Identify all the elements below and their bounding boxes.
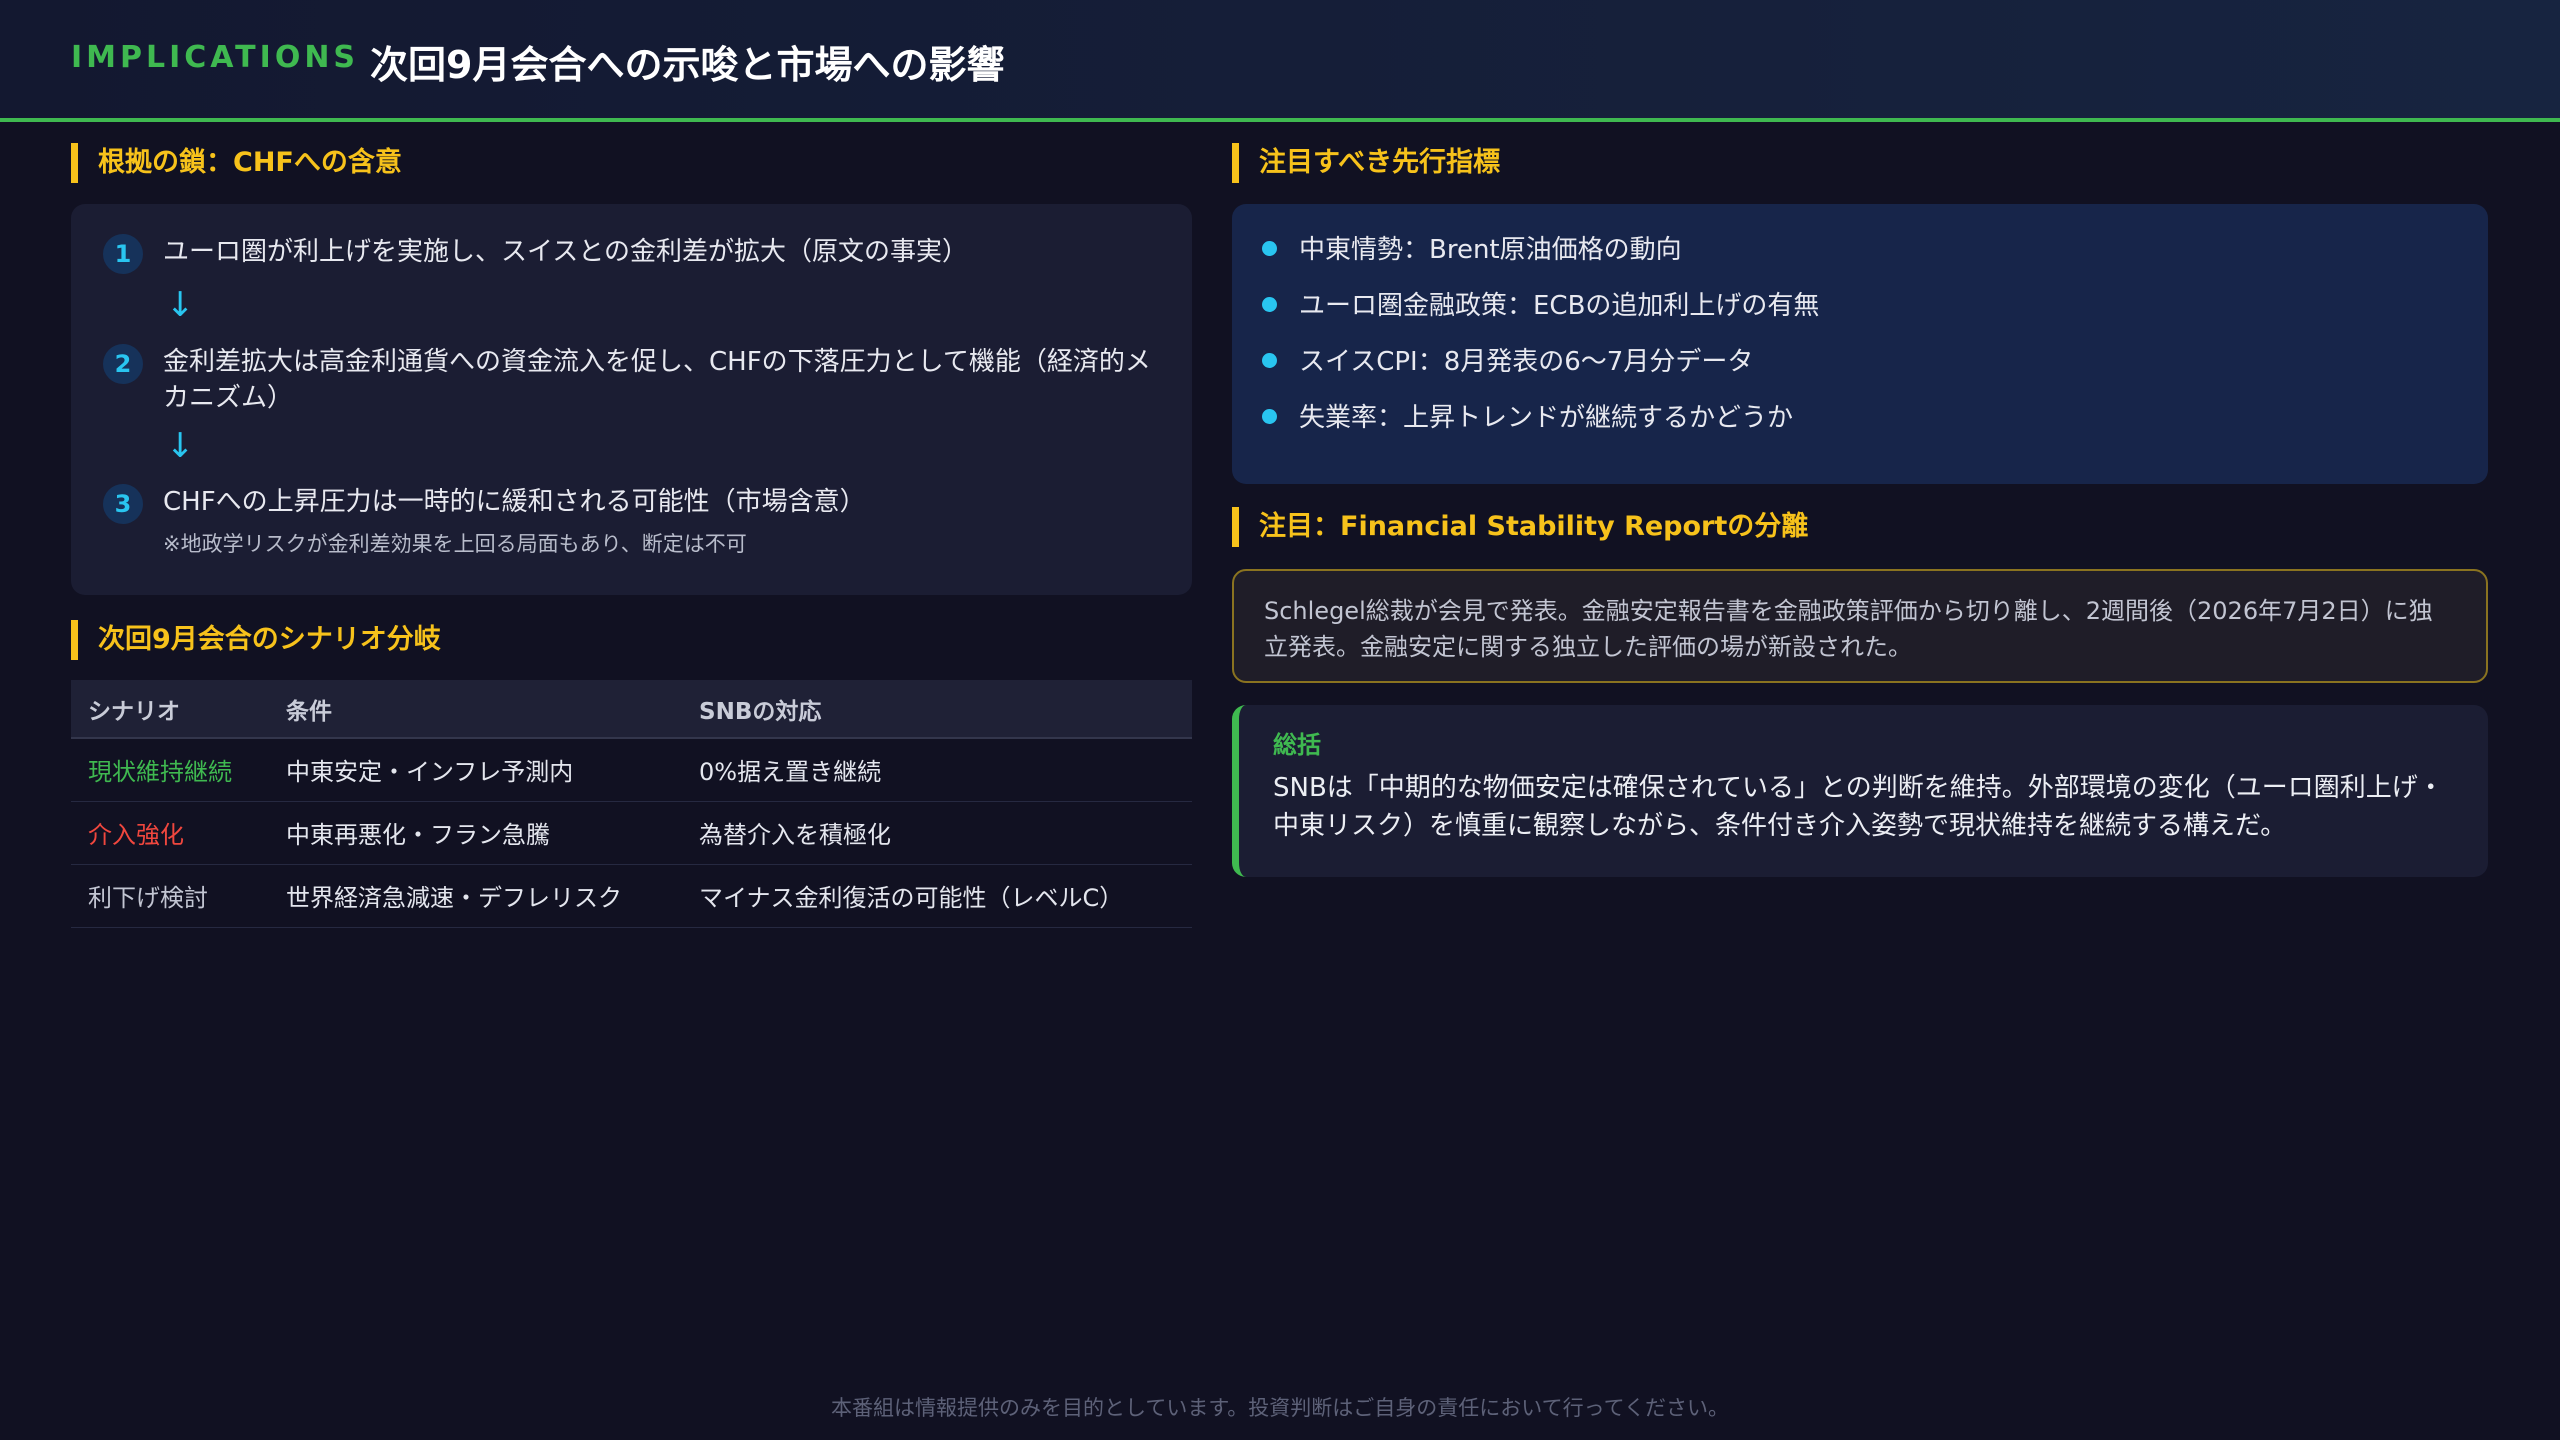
table-row: 利下げ検討 世界経済急減速・デフレリスク マイナス金利復活の可能性（レベルC） <box>71 864 1192 928</box>
step-number-badge: 2 <box>103 344 143 384</box>
section-kicker: IMPLICATIONS <box>71 40 360 75</box>
scenario-name: 介入強化 <box>71 801 269 865</box>
list-item: スイスCPI：8月発表の6〜7月分データ <box>1262 344 1753 380</box>
step-text: CHFへの上昇圧力は一時的に緩和される可能性（市場含意） <box>163 487 866 517</box>
scenario-response: 0%据え置き継続 <box>682 738 1192 802</box>
evidence-chain-card: 1 ユーロ圏が利上げを実施し、スイスとの金利差が拡大（原文の事実） ↓ 2 金利… <box>71 204 1192 595</box>
scenario-heading: 次回9月会合のシナリオ分岐 <box>71 620 441 660</box>
indicator-text: 中東情勢：Brent原油価格の動向 <box>1299 235 1682 265</box>
indicator-text: 失業率：上昇トレンドが継続するかどうか <box>1299 403 1794 433</box>
bullet-icon <box>1262 353 1277 368</box>
table-row: 介入強化 中東再悪化・フラン急騰 為替介入を積極化 <box>71 801 1192 865</box>
notice-card: Schlegel総裁が会見で発表。金融安定報告書を金融政策評価から切り離し、2週… <box>1232 569 2488 683</box>
column-header-response: SNBの対応 <box>682 680 1192 739</box>
list-item: 中東情勢：Brent原油価格の動向 <box>1262 232 1682 268</box>
bullet-icon <box>1262 297 1277 312</box>
step-text: 金利差拡大は高金利通貨への資金流入を促し、CHFの下落圧力として機能（経済的メカ… <box>163 347 1151 413</box>
scenario-table: シナリオ 条件 SNBの対応 現状維持継続 中東安定・インフレ予測内 0%据え置… <box>71 680 1192 928</box>
column-header-scenario: シナリオ <box>71 680 269 739</box>
step-text: ユーロ圏が利上げを実施し、スイスとの金利差が拡大（原文の事実） <box>163 237 968 267</box>
notice-heading: 注目：Financial Stability Reportの分離 <box>1232 507 1808 547</box>
scenario-condition: 中東再悪化・フラン急騰 <box>269 801 682 865</box>
notice-text: Schlegel総裁が会見で発表。金融安定報告書を金融政策評価から切り離し、2週… <box>1264 597 2433 661</box>
bullet-icon <box>1262 409 1277 424</box>
header: IMPLICATIONS 次回9月会合への示唆と市場への影響 <box>0 0 2560 122</box>
slide: IMPLICATIONS 次回9月会合への示唆と市場への影響 根拠の鎖：CHFへ… <box>0 0 2560 1440</box>
table-row: 現状維持継続 中東安定・インフレ予測内 0%据え置き継続 <box>71 738 1192 802</box>
chain-heading: 根拠の鎖：CHFへの含意 <box>71 143 402 183</box>
step-note: ※地政学リスクが金利差効果を上回る局面もあり、断定は不可 <box>163 532 747 556</box>
list-item: 失業率：上昇トレンドが継続するかどうか <box>1262 400 1793 436</box>
indicator-text: スイスCPI：8月発表の6〜7月分データ <box>1299 347 1754 377</box>
scenario-response: マイナス金利復活の可能性（レベルC） <box>682 864 1192 928</box>
step-number-badge: 1 <box>103 234 143 274</box>
bullet-icon <box>1262 241 1277 256</box>
down-arrow-icon: ↓ <box>166 285 195 325</box>
scenario-condition: 世界経済急減速・デフレリスク <box>269 864 682 928</box>
indicators-card: 中東情勢：Brent原油価格の動向 ユーロ圏金融政策：ECBの追加利上げの有無 … <box>1232 204 2488 484</box>
scenario-name: 利下げ検討 <box>71 864 269 928</box>
summary-text: SNBは「中期的な物価安定は確保されている」との判断を維持。外部環境の変化（ユー… <box>1273 773 2444 841</box>
list-item: ユーロ圏金融政策：ECBの追加利上げの有無 <box>1262 288 1819 324</box>
indicator-text: ユーロ圏金融政策：ECBの追加利上げの有無 <box>1299 291 1820 321</box>
summary-card: 総括 SNBは「中期的な物価安定は確保されている」との判断を維持。外部環境の変化… <box>1232 705 2488 877</box>
table-header-row: シナリオ 条件 SNBの対応 <box>71 680 1192 739</box>
down-arrow-icon: ↓ <box>166 426 195 466</box>
step-number-badge: 3 <box>103 484 143 524</box>
scenario-response: 為替介入を積極化 <box>682 801 1192 865</box>
column-header-condition: 条件 <box>269 680 682 739</box>
disclaimer: 本番組は情報提供のみを目的としています。投資判断はご自身の責任において行ってくだ… <box>831 1396 1729 1420</box>
indicators-heading: 注目すべき先行指標 <box>1232 143 1500 183</box>
summary-title: 総括 <box>1273 731 1321 759</box>
page-title: 次回9月会合への示唆と市場への影響 <box>370 43 1005 87</box>
scenario-condition: 中東安定・インフレ予測内 <box>269 738 682 802</box>
scenario-name: 現状維持継続 <box>71 738 269 802</box>
